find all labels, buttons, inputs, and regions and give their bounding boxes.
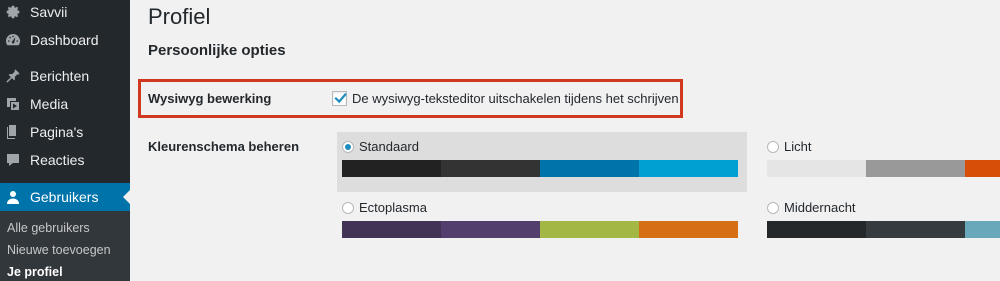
sidebar-item-savvii[interactable]: Savvii [0, 0, 130, 26]
color-swatch [866, 221, 965, 238]
sidebar-item-label: Reacties [30, 152, 85, 168]
users-submenu: Alle gebruikers Nieuwe toevoegen Je prof… [0, 211, 130, 281]
sidebar-item-dashboard[interactable]: Dashboard [0, 26, 130, 54]
color-swatch [965, 160, 1000, 177]
users-icon [5, 189, 21, 205]
admin-sidebar: Savvii Dashboard Berichten Media Pagina'… [0, 0, 130, 281]
color-swatches [342, 221, 738, 238]
sidebar-item-label: Gebruikers [30, 189, 99, 205]
color-swatch [540, 221, 639, 238]
color-swatch [441, 160, 540, 177]
radio-button[interactable] [767, 202, 779, 214]
checkmark-icon [334, 93, 347, 104]
radio-button[interactable] [342, 141, 354, 153]
color-swatch [767, 160, 866, 177]
scheme-name: Standaard [359, 139, 419, 154]
color-swatch [866, 160, 965, 177]
radio-selected-dot [345, 144, 351, 150]
page-title: Profiel [148, 4, 211, 29]
color-swatch [965, 221, 1000, 238]
scheme-name: Ectoplasma [359, 200, 427, 215]
comments-icon [5, 152, 21, 168]
sidebar-item-berichten[interactable]: Berichten [0, 62, 130, 90]
color-swatches [342, 160, 738, 177]
section-title: Persoonlijke opties [148, 42, 286, 59]
sidebar-item-label: Savvii [30, 4, 68, 20]
wysiwyg-label: Wysiwyg bewerking [148, 91, 272, 106]
color-scheme-middernacht[interactable]: Middernacht [762, 193, 1000, 253]
wysiwyg-checkbox-label[interactable]: De wysiwyg-teksteditor uitschakelen tijd… [352, 91, 679, 106]
sidebar-item-reacties[interactable]: Reacties [0, 146, 130, 174]
color-swatch [342, 160, 441, 177]
color-swatch [441, 221, 540, 238]
submenu-item-add-new[interactable]: Nieuwe toevoegen [7, 243, 111, 257]
color-swatches [767, 160, 1000, 177]
radio-button[interactable] [767, 141, 779, 153]
sidebar-item-gebruikers[interactable]: Gebruikers [0, 183, 130, 211]
scheme-name: Middernacht [784, 200, 856, 215]
sidebar-item-label: Berichten [30, 68, 90, 84]
color-swatch [639, 160, 738, 177]
active-indicator-arrow [123, 190, 130, 204]
pages-icon [5, 124, 21, 140]
color-scheme-licht[interactable]: Licht [762, 132, 1000, 192]
color-swatch [639, 221, 738, 238]
submenu-item-your-profile[interactable]: Je profiel [7, 265, 63, 279]
radio-button[interactable] [342, 202, 354, 214]
sidebar-item-label: Pagina's [30, 124, 84, 140]
wysiwyg-checkbox[interactable] [332, 91, 347, 106]
color-swatch [540, 160, 639, 177]
color-swatch [767, 221, 866, 238]
sidebar-item-label: Media [30, 96, 69, 112]
pin-icon [5, 68, 21, 84]
color-scheme-standaard[interactable]: Standaard [337, 132, 747, 192]
color-scheme-ectoplasma[interactable]: Ectoplasma [337, 193, 747, 253]
submenu-item-all-users[interactable]: Alle gebruikers [7, 221, 90, 235]
media-icon [5, 96, 21, 112]
color-scheme-label: Kleurenschema beheren [148, 139, 300, 154]
color-swatch [342, 221, 441, 238]
dashboard-icon [5, 32, 21, 48]
sidebar-item-paginas[interactable]: Pagina's [0, 118, 130, 146]
sidebar-item-media[interactable]: Media [0, 90, 130, 118]
color-swatches [767, 221, 1000, 238]
sidebar-item-label: Dashboard [30, 32, 99, 48]
scheme-name: Licht [784, 139, 812, 154]
gear-icon [5, 4, 21, 20]
